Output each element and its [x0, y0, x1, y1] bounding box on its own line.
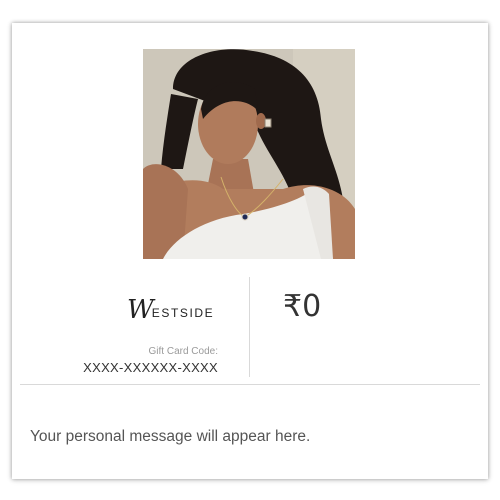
brand-logo: W ESTSIDE — [127, 297, 214, 323]
brand-logo-initial: W — [127, 295, 154, 325]
currency-symbol: ₹ — [283, 289, 303, 324]
gift-card: W ESTSIDE Gift Card Code: XXXX-XXXXXX-XX… — [12, 23, 488, 479]
model-photo-illustration — [143, 49, 355, 259]
gift-card-code-value: XXXX-XXXXXX-XXXX — [83, 360, 218, 375]
amount-value: 0 — [302, 289, 322, 324]
horizontal-divider — [20, 384, 480, 385]
gift-card-code-label: Gift Card Code: — [148, 346, 218, 357]
vertical-divider — [249, 277, 250, 377]
brand-logo-text: ESTSIDE — [151, 306, 215, 320]
gift-card-amount: ₹0 — [283, 289, 321, 324]
personal-message: Your personal message will appear here. — [30, 428, 311, 445]
product-photo — [143, 49, 355, 259]
